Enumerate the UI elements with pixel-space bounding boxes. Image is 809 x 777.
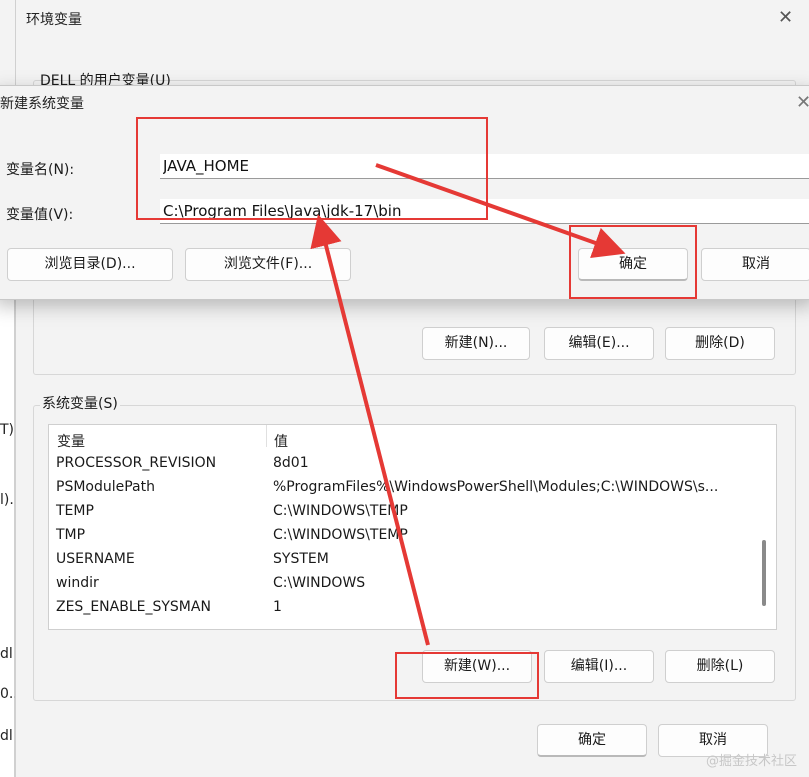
arrow-new-to-fields: [310, 214, 430, 646]
arrow-fields-to-ok: [375, 163, 626, 259]
watermark-text: @掘金技术社区: [705, 754, 797, 769]
annotation-arrows: [310, 163, 626, 646]
